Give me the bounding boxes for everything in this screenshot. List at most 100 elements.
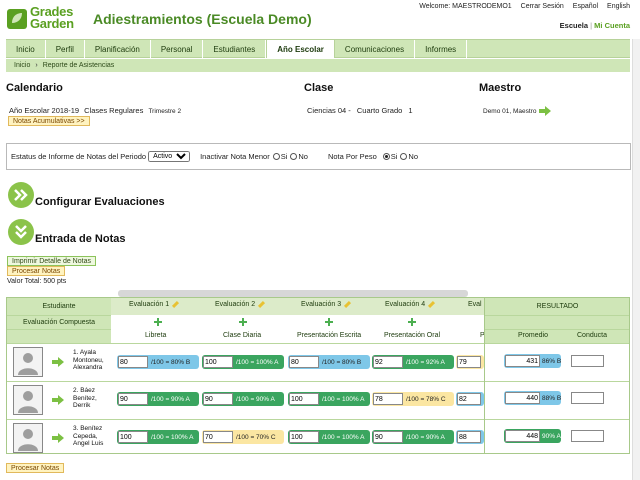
configure-toggle[interactable] <box>8 182 34 208</box>
weight-yes-label: Si <box>390 152 398 161</box>
my-account-link[interactable]: Mi Cuenta <box>594 21 630 30</box>
eval-3-header[interactable]: Evaluación 3 <box>301 300 352 309</box>
pencil-icon[interactable] <box>344 300 352 309</box>
grades-garden-logo[interactable]: Grades Garden <box>6 5 84 32</box>
pencil-icon[interactable] <box>172 300 180 309</box>
process-notes-button[interactable]: Procesar Notas <box>7 266 66 276</box>
tab-informes[interactable]: Informes <box>415 40 468 58</box>
report-status-select[interactable]: Activo <box>148 151 191 162</box>
conduct-input[interactable] <box>571 355 604 367</box>
score-input[interactable] <box>203 431 233 443</box>
conduct-input[interactable] <box>571 430 604 442</box>
welcome-text: Welcome: MAESTRODEMO1 <box>419 3 512 10</box>
score-input[interactable] <box>457 356 481 368</box>
score-input[interactable] <box>373 393 403 405</box>
average-value: 86% B <box>542 357 562 365</box>
score-input[interactable] <box>118 356 148 368</box>
avatar <box>13 347 43 377</box>
user-silhouette-icon <box>18 429 38 451</box>
logo-text-2: Garden <box>30 16 74 31</box>
arrow-right-icon[interactable] <box>52 357 64 367</box>
score-input[interactable] <box>289 393 319 405</box>
score-cell: /100 = 78% C <box>372 392 454 406</box>
tab-ano-escolar[interactable]: Año Escolar <box>266 39 335 58</box>
total-input[interactable] <box>505 355 540 367</box>
inactivate-yes-radio[interactable] <box>272 153 280 160</box>
notes-cumulative-button[interactable]: Notas Acumulativas >> <box>8 116 90 126</box>
eval-1-header[interactable]: Evaluación 1 <box>129 300 180 309</box>
score-input[interactable] <box>118 431 148 443</box>
add-composite-1-icon[interactable] <box>154 318 162 326</box>
score-input[interactable] <box>457 393 481 405</box>
score-cell: /100 = 70% C <box>202 430 284 444</box>
total-input[interactable] <box>505 392 540 404</box>
tab-comunicaciones[interactable]: Comunicaciones <box>335 40 416 58</box>
user-silhouette-icon <box>18 391 38 413</box>
teacher-info: Demo 01, Maestro <box>483 106 552 116</box>
process-notes-bottom-button[interactable]: Procesar Notas <box>6 463 65 473</box>
eval-4-sub: Presentación Oral <box>384 332 441 339</box>
total-input[interactable] <box>505 430 540 442</box>
avatar <box>13 423 43 453</box>
student-name[interactable]: 2. Báez Benítez, Derrik <box>73 387 113 410</box>
score-input[interactable] <box>203 393 233 405</box>
score-result: /100 = 100% A <box>322 433 365 441</box>
entry-toggle[interactable] <box>8 219 34 245</box>
vertical-scrollbar[interactable] <box>632 39 640 480</box>
user-silhouette-icon <box>18 353 38 375</box>
breadcrumb-home[interactable]: Inicio <box>14 62 30 69</box>
tab-planificacion[interactable]: Planificación <box>85 40 151 58</box>
eval-1-sub: Libreta <box>145 332 167 339</box>
lang-es-link[interactable]: Español <box>573 3 598 10</box>
score-input[interactable] <box>289 431 319 443</box>
print-detail-button[interactable]: Imprimir Detalle de Notas <box>7 256 96 266</box>
score-input[interactable] <box>118 393 148 405</box>
arrow-right-icon[interactable] <box>52 395 64 405</box>
eval-4-header[interactable]: Evaluación 4 <box>385 300 436 309</box>
horizontal-scrollbar[interactable] <box>118 290 468 297</box>
eval-1-name: Evaluación 1 <box>129 301 170 308</box>
eval-5-header[interactable]: Eval <box>468 301 482 308</box>
pencil-icon[interactable] <box>258 300 266 309</box>
eval-3-sub: Presentación Escrita <box>297 332 362 339</box>
weight-yes-radio[interactable] <box>382 153 390 160</box>
pencil-icon[interactable] <box>428 300 436 309</box>
score-input[interactable] <box>373 431 403 443</box>
double-chevron-down-icon <box>15 225 27 239</box>
student-name[interactable]: 1. Ayala Montoneu, Alexandra <box>73 349 113 372</box>
score-result: /100 = 78% C <box>406 395 446 403</box>
arrow-right-icon[interactable] <box>52 433 64 443</box>
average-value: 88% B <box>542 394 562 402</box>
eval-2-header[interactable]: Evaluación 2 <box>215 300 266 309</box>
arrow-right-icon[interactable] <box>539 106 552 116</box>
add-composite-4-icon[interactable] <box>408 318 416 326</box>
lang-en-link[interactable]: English <box>607 3 630 10</box>
logout-link[interactable]: Cerrar Sesión <box>521 3 564 10</box>
tab-inicio[interactable]: Inicio <box>6 40 46 58</box>
score-input[interactable] <box>203 356 233 368</box>
weight-label: Nota Por Peso <box>327 152 377 161</box>
add-composite-2-icon[interactable] <box>239 318 247 326</box>
logo-leaf-icon <box>7 9 27 29</box>
inactivate-no-radio[interactable] <box>290 153 298 160</box>
score-input[interactable] <box>373 356 403 368</box>
score-input[interactable] <box>289 356 319 368</box>
score-input[interactable] <box>457 431 481 443</box>
tab-estudiantes[interactable]: Estudiantes <box>203 40 267 58</box>
conduct-input[interactable] <box>571 392 604 404</box>
configure-heading[interactable]: Configurar Evaluaciones <box>35 196 165 208</box>
entry-heading: Entrada de Notas <box>35 233 126 245</box>
tab-personal[interactable]: Personal <box>151 40 204 58</box>
weight-no-radio[interactable] <box>400 153 408 160</box>
school-link[interactable]: Escuela <box>560 21 588 30</box>
score-cell: /100 = 100% A <box>288 392 370 406</box>
teacher-name: Demo 01, Maestro <box>483 107 537 115</box>
score-result: /100 = 80% B <box>322 358 362 366</box>
add-composite-3-icon[interactable] <box>325 318 333 326</box>
student-name[interactable]: 3. Benítez Cepeda, Angel Luis <box>73 425 113 448</box>
account-switcher: Escuela | Mi Cuenta <box>560 21 630 30</box>
score-result: /100 = 90% A <box>236 395 275 403</box>
score-cell: /100 = 100% A <box>288 430 370 444</box>
tab-perfil[interactable]: Perfil <box>46 40 85 58</box>
score-result: /100 = 90% A <box>151 395 190 403</box>
